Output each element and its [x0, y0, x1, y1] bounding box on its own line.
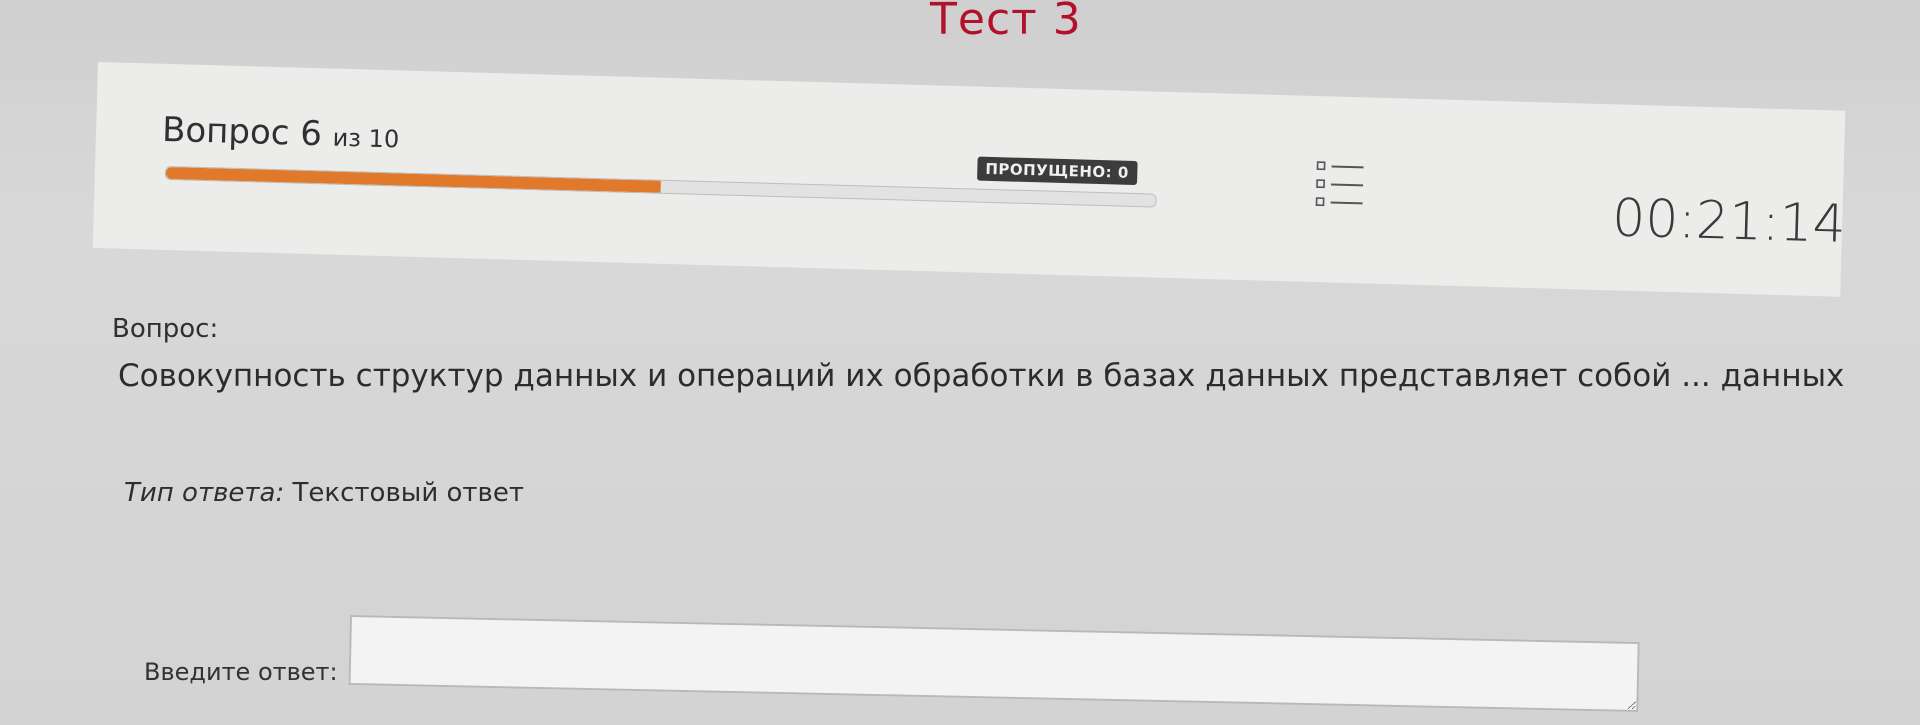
list-checkbox-icon[interactable]	[1312, 158, 1368, 225]
skipped-badge[interactable]: ПРОПУЩЕНО: 0	[977, 156, 1138, 186]
question-current: 6	[299, 113, 323, 155]
question-text: Совокупность структур данных и операций …	[118, 358, 1845, 394]
answer-type-value: Текстовый ответ	[292, 478, 524, 508]
question-total: из 10	[332, 123, 400, 154]
question-word: Вопрос	[161, 109, 291, 154]
question-counter: Вопрос 6 из 10	[162, 110, 400, 157]
question-label: Вопрос:	[112, 314, 219, 344]
answer-input-label: Введите ответ:	[144, 658, 338, 686]
answer-type: Тип ответа: Текстовый ответ	[124, 478, 524, 508]
test-page: Тест 3 Вопрос 6 из 10 ПРОПУЩЕНО: 0 00:21…	[0, 0, 1920, 725]
test-title: Тест 3	[930, 0, 1082, 45]
answer-input[interactable]	[348, 615, 1640, 713]
answer-type-label: Тип ответа:	[124, 478, 285, 508]
progress-fill	[165, 166, 661, 193]
status-bar: Вопрос 6 из 10 ПРОПУЩЕНО: 0 00:21:14	[92, 62, 1847, 297]
timer: 00:21:14	[1611, 188, 1847, 255]
